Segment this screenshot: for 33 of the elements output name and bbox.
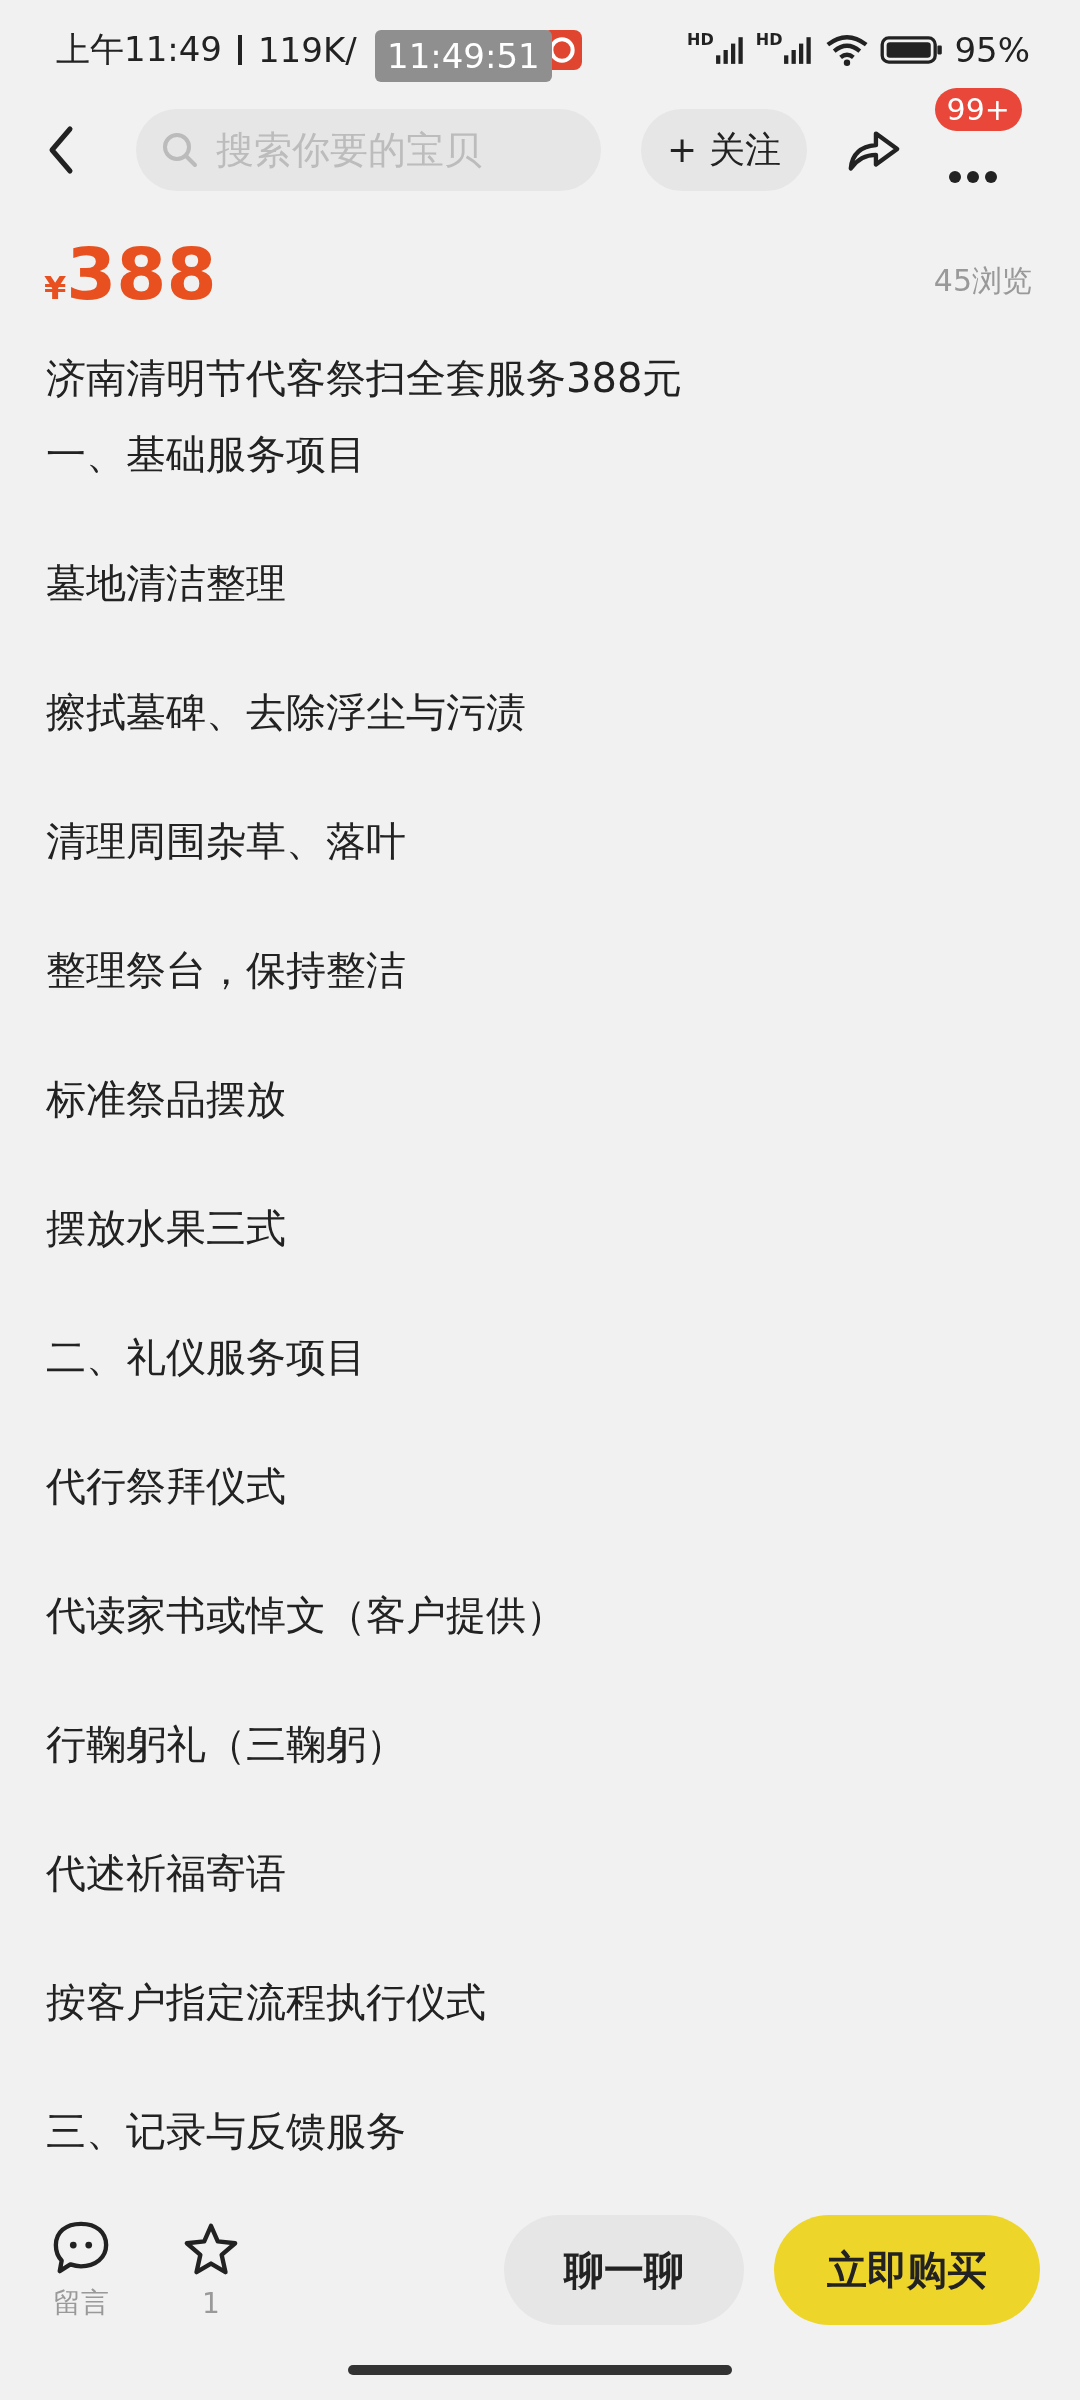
battery-percent: 95% <box>954 30 1030 70</box>
description-line: 摆放水果三式 <box>46 1204 287 1253</box>
network-speed: 119K/ <box>258 30 357 70</box>
description-line: 一、基础服务项目 <box>46 430 367 479</box>
time-overlay: 11:49:51 <box>375 30 552 82</box>
description-line: 代述祈福寄语 <box>46 1849 287 1898</box>
view-count: 45浏览 <box>933 262 1032 300</box>
description-line: 代行祭拜仪式 <box>46 1462 287 1511</box>
network-type-label: HD <box>755 30 783 49</box>
description-line: 行鞠躬礼（三鞠躬） <box>46 1720 407 1769</box>
description-line: 墓地清洁整理 <box>46 559 287 608</box>
search-icon <box>160 130 200 170</box>
description-line: 按客户指定流程执行仪式 <box>46 1978 487 2027</box>
status-time: 上午11:49 <box>56 28 222 71</box>
description-line: 清理周围杂草、落叶 <box>46 817 407 866</box>
network-type-label: HD <box>687 30 714 49</box>
follow-button[interactable]: + 关注 <box>641 109 807 191</box>
battery-icon <box>880 33 945 67</box>
description-line: 二、礼仪服务项目 <box>46 1333 367 1382</box>
favorite-count: 1 <box>202 2286 220 2320</box>
chat-button[interactable]: 聊一聊 <box>504 2215 744 2325</box>
buy-button[interactable]: 立即购买 <box>774 2215 1040 2325</box>
description-line: 擦拭墓碑、去除浮尘与污渍 <box>46 688 527 737</box>
description-line: 济南清明节代客祭扫全套服务388元 <box>46 354 684 403</box>
more-icon[interactable] <box>947 170 998 184</box>
description-line: 代读家书或悼文（客户提供） <box>46 1591 567 1640</box>
price: ¥388 <box>44 238 217 310</box>
description-line: 三、记录与反馈服务 <box>46 2107 407 2156</box>
comment-label: 留言 <box>53 2285 109 2321</box>
description-line: 整理祭台，保持整洁 <box>46 946 407 995</box>
description-line: 标准祭品摆放 <box>46 1075 287 1124</box>
notification-badge: 99+ <box>934 88 1022 131</box>
signal-icon <box>715 34 746 66</box>
